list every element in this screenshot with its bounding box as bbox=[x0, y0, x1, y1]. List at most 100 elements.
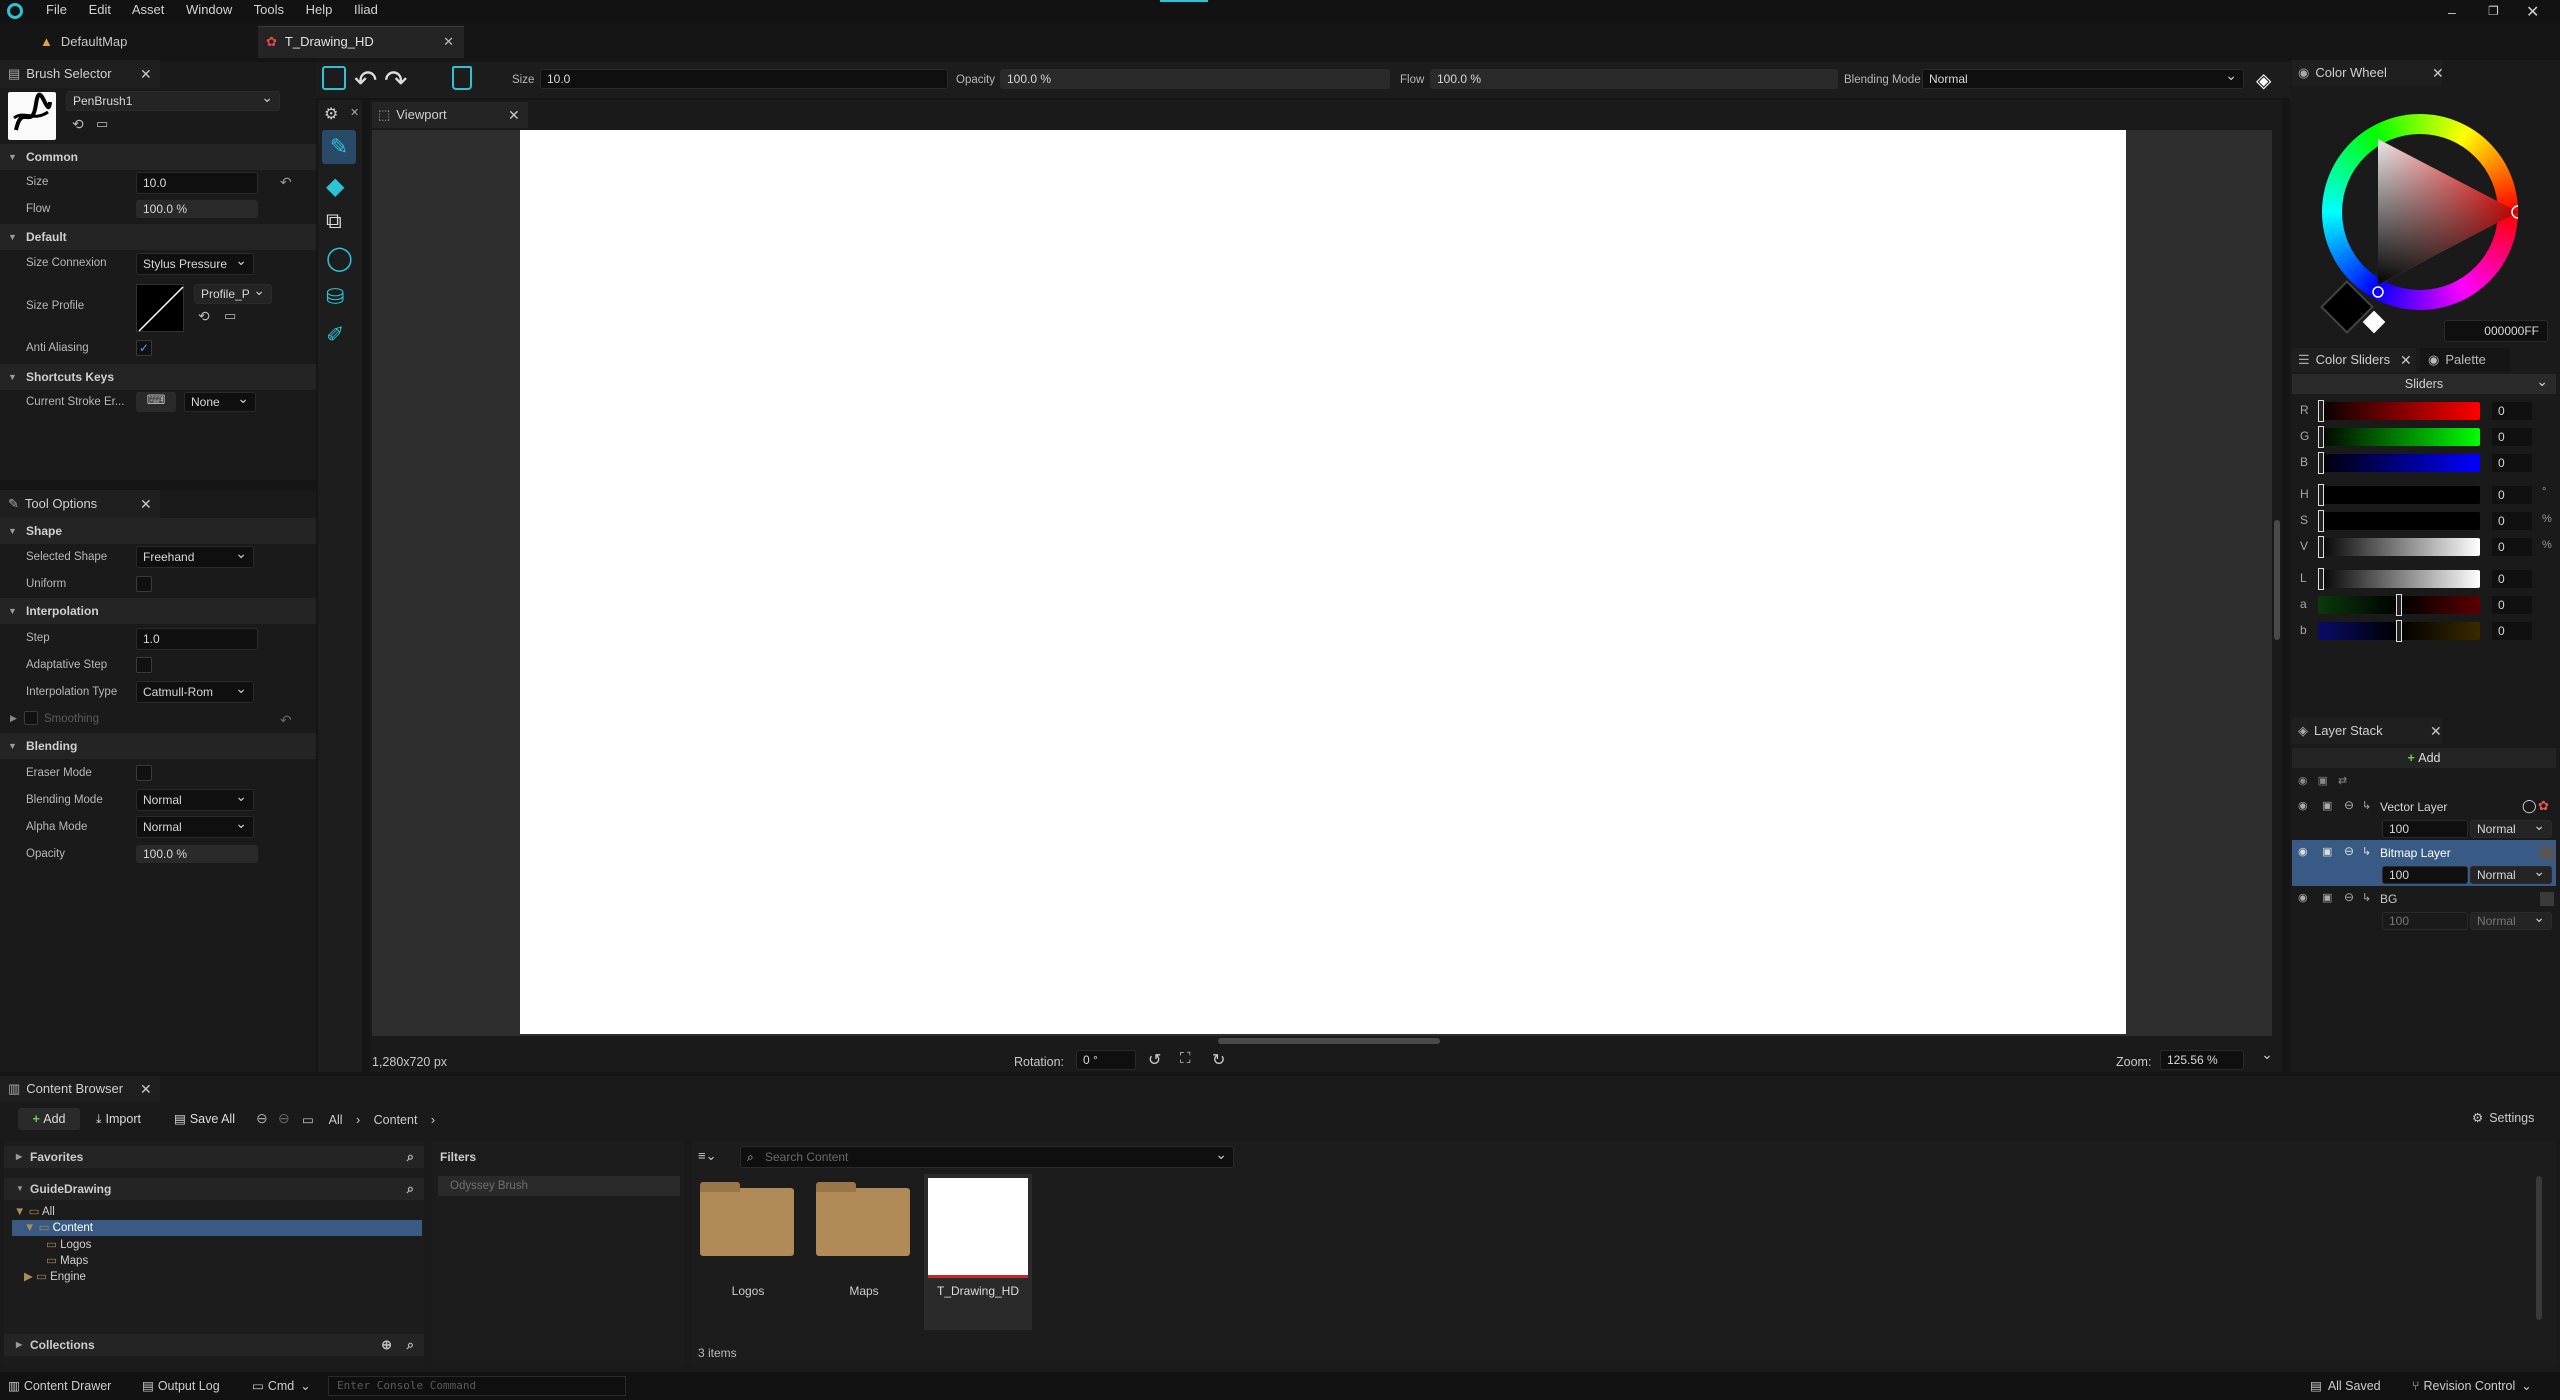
output-log-button[interactable]: ▤ Output Log bbox=[142, 1378, 220, 1393]
collections-header[interactable]: ▶ Collections ⊕ ⌕ bbox=[4, 1334, 424, 1356]
tool-strip-close-icon[interactable]: ✕ bbox=[350, 106, 359, 119]
common-size-field[interactable]: 10.0 bbox=[136, 172, 258, 194]
mask-icon[interactable]: ⊖ bbox=[2344, 890, 2354, 904]
current-stroke-dropdown[interactable]: None bbox=[184, 389, 256, 412]
project-header[interactable]: ▼ GuideDrawing ⌕ bbox=[4, 1178, 424, 1200]
trash-icon[interactable] bbox=[452, 66, 472, 90]
fill-tool-icon[interactable]: ⛁ bbox=[326, 284, 344, 310]
toolbar-size-field[interactable]: 10.0 bbox=[540, 69, 948, 89]
revision-control-button[interactable]: ⑂ Revision Control ⌄ bbox=[2412, 1378, 2532, 1393]
tab-defaultmap[interactable]: ▲ DefaultMap bbox=[40, 28, 255, 56]
search-icon[interactable]: ⌕ bbox=[407, 1334, 414, 1356]
section-shape[interactable]: Shape bbox=[0, 518, 316, 544]
tree-item-content[interactable]: ▼ ▭ Content bbox=[12, 1220, 422, 1236]
asset-texture-t-drawing-hd[interactable]: T_Drawing_HD bbox=[924, 1174, 1032, 1330]
adaptative-step-checkbox[interactable] bbox=[136, 657, 152, 673]
settings-button[interactable]: ⚙ Settings bbox=[2472, 1110, 2534, 1125]
r-slider[interactable] bbox=[2318, 402, 2480, 420]
minimize-icon[interactable]: – bbox=[2448, 4, 2462, 20]
all-saved-indicator[interactable]: ▤ All Saved bbox=[2310, 1378, 2381, 1393]
add-collection-icon[interactable]: ⊕ bbox=[381, 1334, 392, 1356]
tool-options-tab[interactable]: ✎ Tool Options ✕ bbox=[0, 490, 160, 518]
smoothing-checkbox[interactable] bbox=[24, 711, 38, 725]
search-icon[interactable]: ⌕ bbox=[407, 1146, 414, 1168]
layer-stack-tab[interactable]: ◈ Layer Stack ✕ bbox=[2292, 718, 2442, 744]
zoom-dropdown-icon[interactable]: ⌄ bbox=[2254, 1046, 2280, 1070]
reset-icon[interactable]: ↶ bbox=[280, 174, 292, 191]
color-wheel-tab[interactable]: ◉ Color Wheel ✕ bbox=[2292, 60, 2444, 86]
filter-dropdown[interactable]: ≡⌄ bbox=[698, 1148, 716, 1164]
filter-item[interactable]: Odyssey Brush bbox=[438, 1176, 680, 1196]
browse-icon[interactable]: ⟲ bbox=[72, 116, 84, 133]
asset-folder-maps[interactable]: Maps bbox=[812, 1176, 912, 1298]
menu-help[interactable]: Help bbox=[306, 2, 333, 17]
layer-row-bg[interactable]: ◉ ▣ ⊖ ↳ BG bbox=[2294, 888, 2554, 910]
breadcrumb-all[interactable]: All bbox=[329, 1113, 343, 1127]
selected-shape-dropdown[interactable]: Freehand bbox=[136, 543, 254, 568]
panel-close-icon[interactable]: ✕ bbox=[2432, 60, 2444, 86]
slider-knob[interactable] bbox=[2318, 568, 2324, 590]
brush-thumbnail[interactable] bbox=[8, 92, 56, 140]
menu-iliad[interactable]: Iliad bbox=[354, 2, 378, 17]
menu-edit[interactable]: Edit bbox=[89, 2, 111, 17]
tree-item-logos[interactable]: ▭ Logos bbox=[46, 1237, 91, 1251]
tab-close-icon[interactable]: ✕ bbox=[443, 27, 454, 57]
menu-asset[interactable]: Asset bbox=[132, 2, 165, 17]
redo-icon[interactable]: ↷ bbox=[384, 64, 407, 97]
bitmap-layer-blend[interactable]: Normal bbox=[2470, 863, 2552, 884]
close-icon[interactable]: ✕ bbox=[2526, 2, 2539, 22]
menu-file[interactable]: File bbox=[46, 2, 67, 17]
palette-tab[interactable]: ◉ Palette bbox=[2420, 348, 2510, 372]
section-default[interactable]: Default bbox=[0, 224, 316, 250]
profile-browse-icon[interactable]: ⟲ bbox=[198, 308, 210, 325]
opacity-field[interactable]: 100.0 % bbox=[136, 845, 258, 863]
color-sliders-tab[interactable]: ☰ Color Sliders ✕ bbox=[2292, 348, 2416, 372]
profile-dropdown[interactable]: Profile_P bbox=[194, 281, 272, 304]
layer-row-vector[interactable]: ◉ ▣ ⊖ ↳ Vector Layer ◯ ✿ bbox=[2294, 796, 2554, 818]
interpolation-type-dropdown[interactable]: Catmull-Rom bbox=[136, 678, 254, 703]
cmd-dropdown[interactable]: ▭ Cmd ⌄ bbox=[252, 1378, 311, 1393]
layer-row-bitmap[interactable]: ◉ ▣ ⊖ ↳ Bitmap Layer bbox=[2294, 842, 2554, 864]
lock-icon[interactable]: ▣ bbox=[2322, 845, 2332, 858]
section-interpolation[interactable]: Interpolation bbox=[0, 598, 316, 624]
lock-icon[interactable]: ▣ bbox=[2318, 775, 2338, 787]
search-content-field[interactable]: ⌕ Search Content ⌄ bbox=[740, 1146, 1234, 1168]
breadcrumb-content[interactable]: Content bbox=[374, 1113, 418, 1127]
favorites-header[interactable]: ▶ Favorites ⌕ bbox=[4, 1146, 424, 1168]
slider-knob[interactable] bbox=[2318, 426, 2324, 448]
tree-item-engine[interactable]: ▶ ▭ Engine bbox=[24, 1269, 86, 1283]
rotate-left-icon[interactable]: ↺ bbox=[1148, 1050, 1161, 1070]
panel-close-icon[interactable]: ✕ bbox=[140, 60, 152, 88]
slider-knob[interactable] bbox=[2318, 536, 2324, 558]
bitmap-layer-opacity[interactable]: 100 bbox=[2382, 866, 2468, 884]
section-common[interactable]: Common bbox=[0, 144, 316, 170]
search-icon[interactable]: ⌕ bbox=[407, 1178, 414, 1200]
panel-close-icon[interactable]: ✕ bbox=[140, 1076, 152, 1102]
nav-forward-icon[interactable]: ⊖ bbox=[278, 1110, 290, 1127]
slider-knob[interactable] bbox=[2318, 484, 2324, 506]
import-button[interactable]: ⤓ Import bbox=[96, 1108, 141, 1130]
size-connexion-dropdown[interactable]: Stylus Pressure bbox=[136, 250, 254, 275]
visibility-icon[interactable]: ◉ bbox=[2298, 891, 2308, 904]
viewport-tab[interactable]: ⬚ Viewport ✕ bbox=[372, 102, 528, 128]
filter-icon[interactable]: ⇄ bbox=[2338, 775, 2357, 787]
slider-mode-dropdown[interactable]: Sliders ⌄ bbox=[2292, 373, 2556, 394]
zoom-field[interactable]: 125.56 % bbox=[2160, 1050, 2244, 1070]
nav-back-icon[interactable]: ⊖ bbox=[256, 1110, 268, 1127]
smoothing-expand-icon[interactable]: ▶ bbox=[10, 713, 17, 724]
visibility-icon[interactable]: ◉ bbox=[2298, 775, 2318, 787]
add-layer-button[interactable]: + Add bbox=[2292, 748, 2556, 768]
menu-window[interactable]: Window bbox=[186, 2, 232, 17]
saturation-value-triangle[interactable] bbox=[2322, 114, 2518, 310]
undo-icon[interactable]: ↶ bbox=[354, 64, 377, 97]
asset-scrollbar[interactable] bbox=[2536, 1176, 2542, 1320]
content-drawer-button[interactable]: ▥ Content Drawer bbox=[8, 1378, 111, 1393]
toolbar-blend-dropdown[interactable]: Normal bbox=[1922, 66, 2244, 89]
asset-folder-logos[interactable]: Logos bbox=[698, 1176, 798, 1298]
transform-tool-icon[interactable]: ⧉ bbox=[326, 208, 342, 234]
tree-item-maps[interactable]: ▭ Maps bbox=[46, 1253, 88, 1267]
tab-t-drawing-hd[interactable]: ✿ T_Drawing_HD ✕ bbox=[258, 26, 464, 58]
menu-tools[interactable]: Tools bbox=[254, 2, 284, 17]
uniform-checkbox[interactable] bbox=[136, 576, 152, 592]
content-add-button[interactable]: + Add bbox=[18, 1108, 80, 1130]
